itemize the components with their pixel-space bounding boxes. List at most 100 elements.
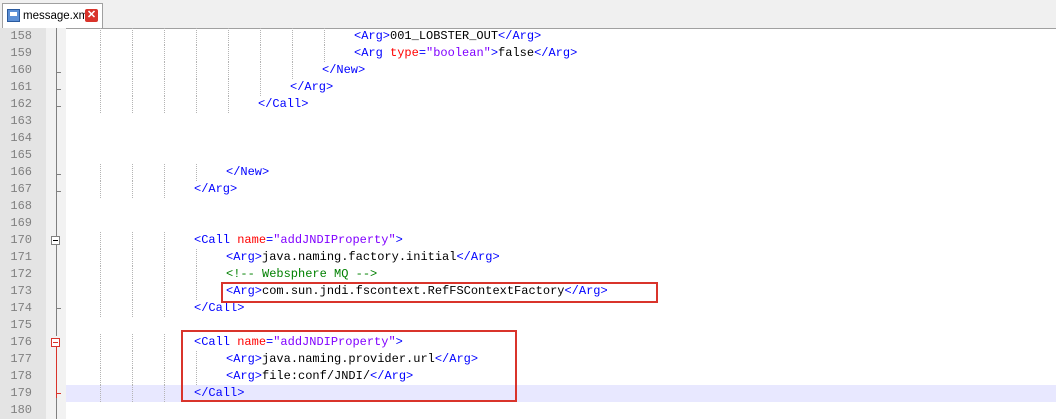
line-number: 177 [10,352,32,366]
code-token: "addJNDIProperty" [273,233,396,247]
code-token: java.naming.factory.initial [262,250,457,264]
line-number: 158 [10,29,32,43]
indent-guide [164,283,165,300]
indent-guide [100,334,101,351]
code-token: </Arg> [194,182,238,196]
line-number: 179 [10,386,32,400]
code-line[interactable]: 171 <Arg>java.naming.factory.initial</Arg… [0,249,1056,266]
code-text: </Arg> [194,181,237,198]
code-text: </Call> [258,96,308,113]
tab-message-xml[interactable]: message.xml ✕ [2,3,103,28]
code-line[interactable]: 162 </Call> [0,96,1056,113]
indent-guide [164,266,165,283]
code-token: <Arg> [354,29,391,43]
code-token: > [395,233,403,247]
code-line[interactable]: 161 </Arg> [0,79,1056,96]
code-line[interactable]: 169 [0,215,1056,232]
indent-guide [132,28,133,45]
line-number: 172 [10,267,32,281]
line-number: 167 [10,182,32,196]
line-number: 163 [10,114,32,128]
indent-guide [164,385,165,402]
indent-guide [164,368,165,385]
code-token: > [490,46,499,60]
line-number: 164 [10,131,32,145]
tab-title: message.xml [23,10,91,22]
code-token: </Call> [258,97,309,111]
code-line[interactable]: 160 </New> [0,62,1056,79]
code-line[interactable]: 163 [0,113,1056,130]
code-line[interactable]: 159 <Arg type="boolean">false</Arg> [0,45,1056,62]
indent-guide [100,62,101,79]
indent-guide [324,45,325,62]
code-line[interactable]: 158 <Arg>001_LOBSTER_OUT</Arg> [0,28,1056,45]
save-file-icon [7,9,20,22]
code-line[interactable]: 164 [0,130,1056,147]
indent-guide [100,181,101,198]
indent-guide [196,283,197,300]
indent-guide [196,266,197,283]
indent-guide [164,28,165,45]
code-line[interactable]: 167 </Arg> [0,181,1056,198]
indent-guide [196,45,197,62]
line-number: 174 [10,301,32,315]
code-token: <Arg> [226,250,263,264]
indent-guide [228,28,229,45]
line-number: 160 [10,63,32,77]
indent-guide [164,249,165,266]
code-line[interactable]: 170 <Call name="addJNDIProperty"> [0,232,1056,249]
code-line[interactable]: 178 <Arg>file:conf/JNDI/</Arg> [0,368,1056,385]
indent-guide [260,28,261,45]
indent-guide [132,385,133,402]
code-line[interactable]: 177 <Arg>java.naming.provider.url</Arg> [0,351,1056,368]
line-number: 165 [10,148,32,162]
code-token: </Arg> [498,29,542,43]
line-number: 162 [10,97,32,111]
indent-guide [100,283,101,300]
indent-guide [164,351,165,368]
highlight-box-provider [181,330,517,402]
indent-guide [132,368,133,385]
indent-guide [132,300,133,317]
code-text: </Arg> [290,79,333,96]
code-token: </Call> [194,301,245,315]
code-line[interactable]: 166 </New> [0,164,1056,181]
code-text: </New> [226,164,269,181]
indent-guide [228,96,229,113]
tab-bar: message.xml ✕ [0,0,1056,29]
code-line[interactable]: 175 [0,317,1056,334]
code-token: </Arg> [290,80,334,94]
code-token: </Arg> [456,250,500,264]
code-text: <Arg>java.naming.factory.initial</Arg> [226,249,500,266]
indent-guide [100,249,101,266]
indent-guide [164,334,165,351]
indent-guide [196,62,197,79]
close-icon[interactable]: ✕ [85,9,98,22]
indent-guide [164,45,165,62]
code-editor[interactable]: 158 <Arg>001_LOBSTER_OUT</Arg> 159 <Arg typ… [0,28,1056,419]
code-token: </New> [226,165,270,179]
indent-guide [100,28,101,45]
code-line[interactable]: 180 [0,402,1056,419]
code-line[interactable]: 172 <!-- Websphere MQ --> [0,266,1056,283]
code-line[interactable]: 165 [0,147,1056,164]
line-number: 170 [10,233,32,247]
line-number: 169 [10,216,32,230]
indent-guide [100,164,101,181]
indent-guide [260,79,261,96]
code-token: name [237,233,267,247]
indent-guide [100,266,101,283]
indent-guide [164,300,165,317]
indent-guide [228,45,229,62]
indent-guide [228,62,229,79]
line-number: 178 [10,369,32,383]
indent-guide [132,96,133,113]
code-line[interactable]: 176 <Call name="addJNDIProperty"> [0,334,1056,351]
indent-guide [196,249,197,266]
code-text: <Arg type="boolean">false</Arg> [354,45,577,62]
code-line[interactable]: 168 [0,198,1056,215]
indent-guide [132,79,133,96]
indent-guide [260,62,261,79]
code-token: 001_LOBSTER_OUT [390,29,499,43]
indent-guide [100,45,101,62]
